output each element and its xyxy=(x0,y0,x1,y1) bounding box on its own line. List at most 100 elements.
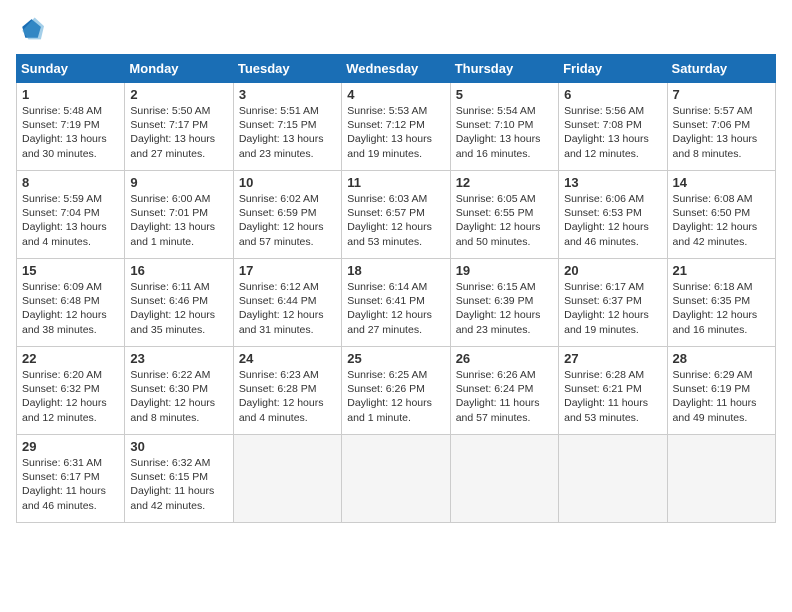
logo xyxy=(16,16,48,44)
day-cell-17: 17 Sunrise: 6:12 AM Sunset: 6:44 PM Dayli… xyxy=(233,259,341,347)
day-cell-3: 3 Sunrise: 5:51 AM Sunset: 7:15 PM Daylig… xyxy=(233,83,341,171)
day-header-monday: Monday xyxy=(125,55,233,83)
day-number: 16 xyxy=(130,263,227,278)
day-number: 26 xyxy=(456,351,553,366)
day-cell-1: 1 Sunrise: 5:48 AM Sunset: 7:19 PM Daylig… xyxy=(17,83,125,171)
day-info: Sunrise: 6:12 AM Sunset: 6:44 PM Dayligh… xyxy=(239,280,336,337)
day-number: 22 xyxy=(22,351,119,366)
day-number: 13 xyxy=(564,175,661,190)
day-info: Sunrise: 6:02 AM Sunset: 6:59 PM Dayligh… xyxy=(239,192,336,249)
day-cell-8: 8 Sunrise: 5:59 AM Sunset: 7:04 PM Daylig… xyxy=(17,171,125,259)
day-cell-2: 2 Sunrise: 5:50 AM Sunset: 7:17 PM Daylig… xyxy=(125,83,233,171)
day-cell-5: 5 Sunrise: 5:54 AM Sunset: 7:10 PM Daylig… xyxy=(450,83,558,171)
day-cell-24: 24Sunrise: 6:23 AM Sunset: 6:28 PM Dayli… xyxy=(233,347,341,435)
week-row-2: 8 Sunrise: 5:59 AM Sunset: 7:04 PM Daylig… xyxy=(17,171,776,259)
day-info: Sunrise: 5:48 AM Sunset: 7:19 PM Dayligh… xyxy=(22,104,119,161)
day-number: 23 xyxy=(130,351,227,366)
day-header-wednesday: Wednesday xyxy=(342,55,450,83)
day-number: 27 xyxy=(564,351,661,366)
day-cell-29: 29 Sunrise: 6:31 AM Sunset: 6:17 PM Dayli… xyxy=(17,435,125,523)
day-info: Sunrise: 6:18 AM Sunset: 6:35 PM Dayligh… xyxy=(673,280,770,337)
day-cell-13: 13 Sunrise: 6:06 AM Sunset: 6:53 PM Dayli… xyxy=(559,171,667,259)
day-header-sunday: Sunday xyxy=(17,55,125,83)
day-cell-22: 22 Sunrise: 6:20 AM Sunset: 6:32 PM Dayli… xyxy=(17,347,125,435)
day-cell-11: 11 Sunrise: 6:03 AM Sunset: 6:57 PM Dayli… xyxy=(342,171,450,259)
day-info: Sunrise: 6:14 AM Sunset: 6:41 PM Dayligh… xyxy=(347,280,444,337)
empty-cell xyxy=(559,435,667,523)
day-info: Sunrise: 6:17 AM Sunset: 6:37 PM Dayligh… xyxy=(564,280,661,337)
day-cell-19: 19 Sunrise: 6:15 AM Sunset: 6:39 PM Dayli… xyxy=(450,259,558,347)
day-info: Sunrise: 5:56 AM Sunset: 7:08 PM Dayligh… xyxy=(564,104,661,161)
day-number: 10 xyxy=(239,175,336,190)
day-header-friday: Friday xyxy=(559,55,667,83)
day-info: Sunrise: 6:25 AM Sunset: 6:26 PM Dayligh… xyxy=(347,368,444,425)
day-info: Sunrise: 6:15 AM Sunset: 6:39 PM Dayligh… xyxy=(456,280,553,337)
day-info: Sunrise: 5:50 AM Sunset: 7:17 PM Dayligh… xyxy=(130,104,227,161)
day-info: Sunrise: 5:54 AM Sunset: 7:10 PM Dayligh… xyxy=(456,104,553,161)
day-cell-7: 7 Sunrise: 5:57 AM Sunset: 7:06 PM Daylig… xyxy=(667,83,775,171)
day-number: 12 xyxy=(456,175,553,190)
logo-icon xyxy=(16,16,44,44)
empty-cell xyxy=(667,435,775,523)
day-info: Sunrise: 6:28 AM Sunset: 6:21 PM Dayligh… xyxy=(564,368,661,425)
day-cell-9: 9 Sunrise: 6:00 AM Sunset: 7:01 PM Daylig… xyxy=(125,171,233,259)
day-cell-21: 21 Sunrise: 6:18 AM Sunset: 6:35 PM Dayli… xyxy=(667,259,775,347)
day-header-tuesday: Tuesday xyxy=(233,55,341,83)
calendar-table: SundayMondayTuesdayWednesdayThursdayFrid… xyxy=(16,54,776,523)
day-info: Sunrise: 5:59 AM Sunset: 7:04 PM Dayligh… xyxy=(22,192,119,249)
day-cell-28: 28Sunrise: 6:29 AM Sunset: 6:19 PM Dayli… xyxy=(667,347,775,435)
day-info: Sunrise: 5:53 AM Sunset: 7:12 PM Dayligh… xyxy=(347,104,444,161)
day-number: 15 xyxy=(22,263,119,278)
day-info: Sunrise: 6:11 AM Sunset: 6:46 PM Dayligh… xyxy=(130,280,227,337)
day-number: 18 xyxy=(347,263,444,278)
day-number: 1 xyxy=(22,87,119,102)
week-row-3: 15 Sunrise: 6:09 AM Sunset: 6:48 PM Dayli… xyxy=(17,259,776,347)
day-info: Sunrise: 6:20 AM Sunset: 6:32 PM Dayligh… xyxy=(22,368,119,425)
day-cell-10: 10 Sunrise: 6:02 AM Sunset: 6:59 PM Dayli… xyxy=(233,171,341,259)
day-number: 4 xyxy=(347,87,444,102)
day-info: Sunrise: 6:32 AM Sunset: 6:15 PM Dayligh… xyxy=(130,456,227,513)
day-header-thursday: Thursday xyxy=(450,55,558,83)
day-cell-27: 27 Sunrise: 6:28 AM Sunset: 6:21 PM Dayli… xyxy=(559,347,667,435)
day-info: Sunrise: 6:06 AM Sunset: 6:53 PM Dayligh… xyxy=(564,192,661,249)
day-cell-16: 16 Sunrise: 6:11 AM Sunset: 6:46 PM Dayli… xyxy=(125,259,233,347)
day-info: Sunrise: 5:51 AM Sunset: 7:15 PM Dayligh… xyxy=(239,104,336,161)
day-number: 17 xyxy=(239,263,336,278)
day-number: 6 xyxy=(564,87,661,102)
empty-cell xyxy=(342,435,450,523)
day-info: Sunrise: 6:05 AM Sunset: 6:55 PM Dayligh… xyxy=(456,192,553,249)
day-info: Sunrise: 5:57 AM Sunset: 7:06 PM Dayligh… xyxy=(673,104,770,161)
day-number: 30 xyxy=(130,439,227,454)
day-number: 19 xyxy=(456,263,553,278)
day-number: 11 xyxy=(347,175,444,190)
day-number: 9 xyxy=(130,175,227,190)
day-info: Sunrise: 6:26 AM Sunset: 6:24 PM Dayligh… xyxy=(456,368,553,425)
day-info: Sunrise: 6:31 AM Sunset: 6:17 PM Dayligh… xyxy=(22,456,119,513)
day-cell-23: 23 Sunrise: 6:22 AM Sunset: 6:30 PM Dayli… xyxy=(125,347,233,435)
day-cell-18: 18 Sunrise: 6:14 AM Sunset: 6:41 PM Dayli… xyxy=(342,259,450,347)
day-number: 7 xyxy=(673,87,770,102)
day-number: 29 xyxy=(22,439,119,454)
day-cell-26: 26 Sunrise: 6:26 AM Sunset: 6:24 PM Dayli… xyxy=(450,347,558,435)
day-header-saturday: Saturday xyxy=(667,55,775,83)
day-number: 5 xyxy=(456,87,553,102)
day-cell-4: 4 Sunrise: 5:53 AM Sunset: 7:12 PM Daylig… xyxy=(342,83,450,171)
day-number: 20 xyxy=(564,263,661,278)
day-cell-6: 6 Sunrise: 5:56 AM Sunset: 7:08 PM Daylig… xyxy=(559,83,667,171)
day-number: 3 xyxy=(239,87,336,102)
day-number: 25 xyxy=(347,351,444,366)
day-number: 8 xyxy=(22,175,119,190)
week-row-1: 1 Sunrise: 5:48 AM Sunset: 7:19 PM Daylig… xyxy=(17,83,776,171)
day-cell-25: 25 Sunrise: 6:25 AM Sunset: 6:26 PM Dayli… xyxy=(342,347,450,435)
week-row-5: 29 Sunrise: 6:31 AM Sunset: 6:17 PM Dayli… xyxy=(17,435,776,523)
day-number: 24 xyxy=(239,351,336,366)
day-info: Sunrise: 6:22 AM Sunset: 6:30 PM Dayligh… xyxy=(130,368,227,425)
day-number: 21 xyxy=(673,263,770,278)
week-row-4: 22 Sunrise: 6:20 AM Sunset: 6:32 PM Dayli… xyxy=(17,347,776,435)
day-number: 2 xyxy=(130,87,227,102)
day-info: Sunrise: 6:03 AM Sunset: 6:57 PM Dayligh… xyxy=(347,192,444,249)
empty-cell xyxy=(233,435,341,523)
day-info: Sunrise: 6:09 AM Sunset: 6:48 PM Dayligh… xyxy=(22,280,119,337)
day-info: Sunrise: 6:00 AM Sunset: 7:01 PM Dayligh… xyxy=(130,192,227,249)
day-cell-20: 20 Sunrise: 6:17 AM Sunset: 6:37 PM Dayli… xyxy=(559,259,667,347)
